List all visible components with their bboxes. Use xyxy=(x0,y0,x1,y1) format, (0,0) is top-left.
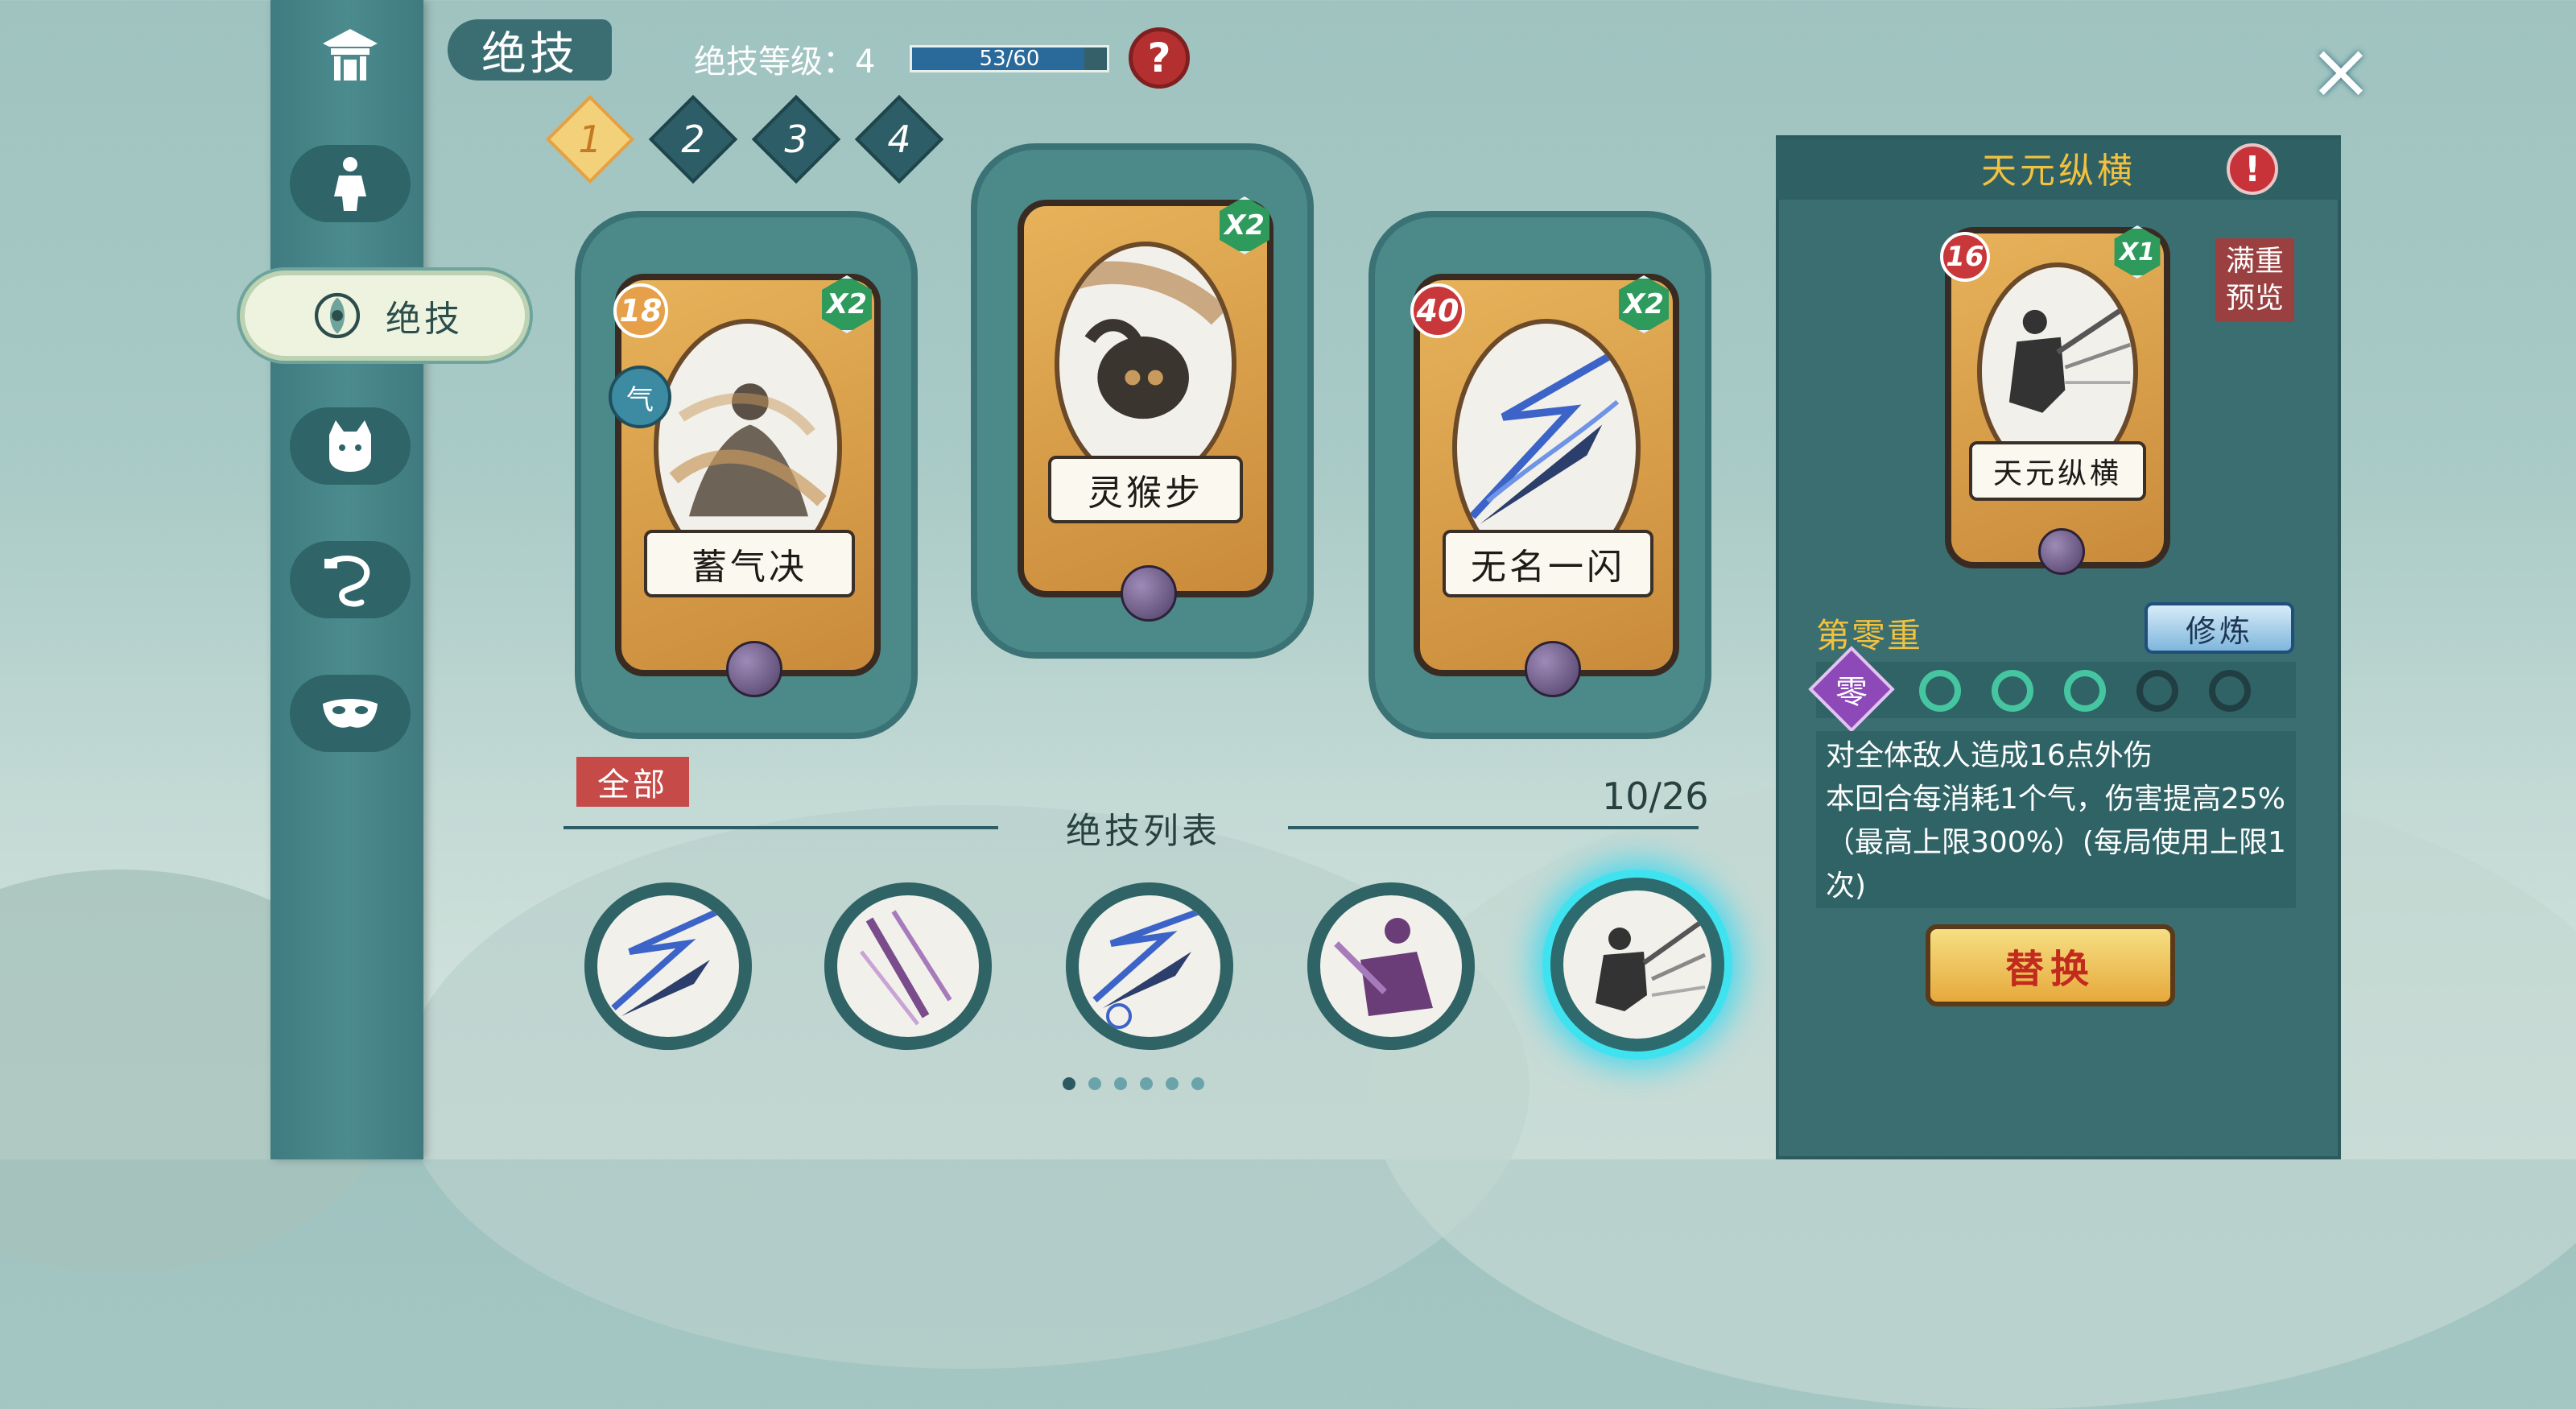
mask-button[interactable] xyxy=(290,675,411,752)
level-tab-3[interactable]: 3 xyxy=(751,94,841,184)
tier-swirl-empty-icon xyxy=(2136,670,2178,712)
skill-count: 10/26 xyxy=(1602,775,1709,818)
skill-list-item[interactable] xyxy=(824,882,992,1050)
divider xyxy=(1288,826,1699,829)
purple-daggers-art xyxy=(860,910,952,1026)
filter-all-button[interactable]: 全部 xyxy=(576,757,689,807)
card-art xyxy=(1055,242,1236,486)
energy-orb-icon xyxy=(1121,565,1177,622)
skill-description: 对全体敌人造成16点外伤 本回合每消耗1个气，伤害提高25%（最高上限300%）… xyxy=(1816,731,2296,908)
tier-swirl-filled-icon xyxy=(2064,670,2106,712)
qi-icon: 气 xyxy=(609,366,671,428)
sidebar-item-skills[interactable]: 绝技 xyxy=(240,271,530,361)
card-cost-badge: 18 xyxy=(613,283,668,338)
train-button[interactable]: 修炼 xyxy=(2145,602,2294,654)
skill-list-item[interactable] xyxy=(1307,882,1475,1050)
level-tab-1[interactable]: 1 xyxy=(545,94,635,184)
martial-artist-icon xyxy=(334,157,366,211)
level-tab-label: 2 xyxy=(681,118,705,161)
energy-orb-icon xyxy=(2038,528,2085,575)
page-dot[interactable] xyxy=(1166,1077,1179,1090)
cat-icon xyxy=(329,420,371,472)
page-dot[interactable] xyxy=(1140,1077,1153,1090)
mask-icon xyxy=(323,699,378,728)
energy-orb-icon xyxy=(726,641,782,697)
swap-button[interactable]: 替换 xyxy=(1926,924,2175,1006)
card-cost-badge: 16 xyxy=(1940,232,1990,282)
page-dot[interactable] xyxy=(1114,1077,1127,1090)
close-button[interactable]: × xyxy=(2302,32,2380,109)
equipped-card-3[interactable]: 无名一闪 xyxy=(1414,274,1679,697)
description-text: 对全体敌人造成16点外伤 本回合每消耗1个气，伤害提高25%（最高上限300%）… xyxy=(1826,739,2286,903)
pavilion-icon xyxy=(323,29,378,81)
page-dot[interactable] xyxy=(1088,1077,1101,1090)
level-tab-2[interactable]: 2 xyxy=(648,94,738,184)
whip-icon xyxy=(324,555,370,607)
tier-label: 第零重 xyxy=(1816,616,1923,655)
skill-list-title: 绝技列表 xyxy=(1066,811,1220,852)
shadow-warrior-art xyxy=(1334,918,1433,1016)
preview-label: 满重 xyxy=(2225,245,2284,278)
progress-text: 53/60 xyxy=(979,47,1040,71)
level-tab-label: 4 xyxy=(887,118,911,161)
preview-label: 预览 xyxy=(2225,282,2284,315)
alert-icon[interactable]: ! xyxy=(2227,143,2278,195)
max-tier-preview-button[interactable]: 满重 预览 xyxy=(2215,238,2294,322)
page-dot[interactable] xyxy=(1191,1077,1204,1090)
page-dot[interactable] xyxy=(1063,1077,1075,1090)
sword-warrior-art xyxy=(1596,920,1707,1011)
card-name: 蓄气决 xyxy=(644,530,855,597)
skill-level-progress: 53/60 xyxy=(910,45,1109,72)
pet-button[interactable] xyxy=(290,407,411,485)
equipped-card-2[interactable]: 灵猴步 xyxy=(1018,200,1274,622)
blade-flash-art xyxy=(611,908,720,1016)
skill-list-item[interactable] xyxy=(584,882,752,1050)
card-name: 无名一闪 xyxy=(1443,530,1653,597)
tier-gem-label: 零 xyxy=(1835,674,1868,711)
martial-artist-button[interactable] xyxy=(290,145,411,222)
help-button[interactable]: ? xyxy=(1129,27,1190,89)
monkey-art xyxy=(1071,261,1228,419)
level-tab-4[interactable]: 4 xyxy=(854,94,944,184)
tier-swirl-filled-icon xyxy=(1992,670,2033,712)
skill-emblem-icon xyxy=(314,292,361,339)
card-name: 天元纵横 xyxy=(1969,441,2146,501)
tier-swirl-filled-icon xyxy=(1919,670,1961,712)
tier-swirl-empty-icon xyxy=(2209,670,2251,712)
card-name: 灵猴步 xyxy=(1048,456,1243,523)
page-title: 绝技 xyxy=(448,19,612,81)
skill-level-label: 绝技等级：4 xyxy=(694,43,876,81)
divider xyxy=(564,826,998,829)
detail-card: 天元纵横 xyxy=(1945,227,2170,575)
skill-list-item-selected[interactable] xyxy=(1550,878,1724,1052)
level-tab-label: 1 xyxy=(578,118,602,161)
pavilion-button[interactable] xyxy=(290,16,411,93)
weapon-button[interactable] xyxy=(290,541,411,618)
level-tab-label: 3 xyxy=(784,118,808,161)
skill-list-item[interactable] xyxy=(1066,882,1233,1050)
sidebar-item-label: 绝技 xyxy=(386,299,463,340)
card-cost-badge: 40 xyxy=(1410,283,1465,338)
energy-orb-icon xyxy=(1525,641,1581,697)
ice-blade-art xyxy=(1092,908,1201,1029)
